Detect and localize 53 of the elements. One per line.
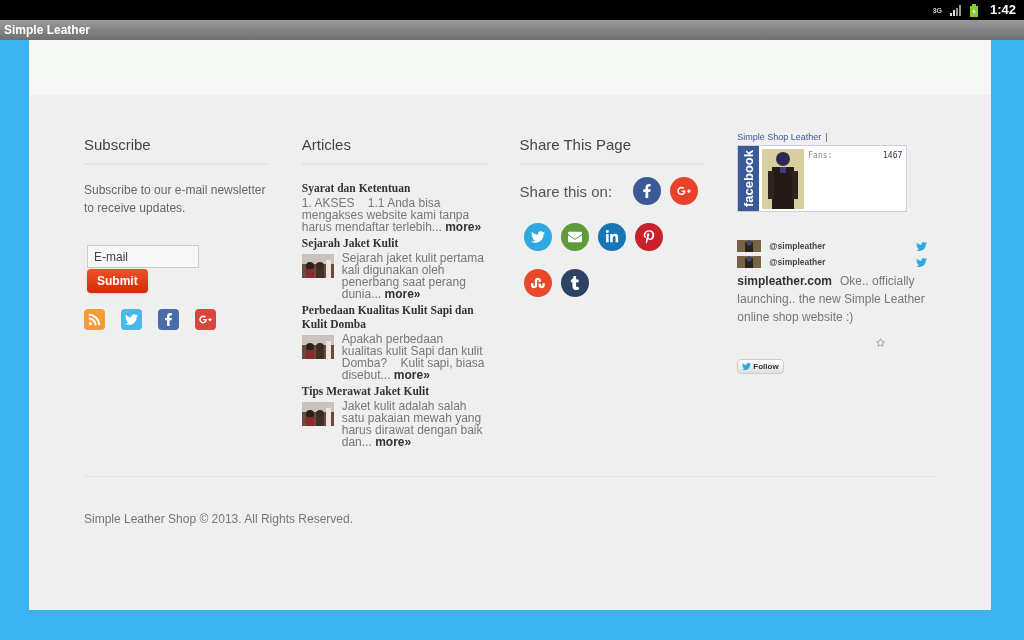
tweet-handle: @simpleather: [769, 239, 827, 253]
social-link[interactable]: [121, 309, 142, 330]
bird-icon: [916, 240, 928, 252]
facebook-logo-text: facebook: [742, 149, 756, 208]
bird-icon: [916, 256, 928, 268]
share-prompt: Share this on:: [519, 182, 613, 202]
more-link[interactable]: more»: [375, 435, 412, 449]
article-excerpt: 1. AKSES 1.1 Anda bisa mengakses website kami tanpa harus mendaftar terlebih... more»: [301, 197, 483, 233]
social-link[interactable]: [195, 309, 216, 330]
email-field[interactable]: E-mail: [87, 245, 199, 268]
letters-in-icon: [604, 229, 619, 244]
more-link[interactable]: more»: [393, 368, 430, 382]
article-excerpt: Jaket kulit adalah salah satu pakaian mewah yang harus dirawat dengan baik dan... more»: [341, 400, 484, 448]
bird-icon: [742, 362, 752, 371]
tweet-text: simpleather.com Oke.. officially launching.. the new Simple Leather online shop website :): [737, 273, 926, 326]
column-heading: Subscribe: [84, 135, 152, 155]
bird-icon: [530, 229, 545, 244]
follow-button[interactable]: Follow: [737, 359, 784, 374]
share-button[interactable]: [560, 268, 589, 297]
article-title[interactable]: Sejarah Jaket Kulit: [301, 236, 487, 250]
letter-p-icon: [641, 229, 656, 244]
fans-label: Fans:: [808, 150, 833, 162]
column-heading: Articles: [301, 135, 352, 155]
article-title[interactable]: Tips Merawat Jaket Kulit: [301, 384, 487, 398]
stumble-icon: [530, 275, 545, 290]
envelope-icon: [567, 229, 582, 244]
column-heading: Share This Page: [519, 135, 632, 155]
tweet-handle: @simpleather: [769, 255, 827, 269]
signal-icon: [949, 4, 962, 16]
star-icon: [876, 338, 886, 347]
letter-f-icon: [162, 313, 175, 326]
share-button[interactable]: [632, 176, 661, 205]
article-excerpt: Apakah perbedaan kualitas kulit Sapi dan kulit Domba? Kulit sapi, biasa disebut... more»: [341, 333, 486, 381]
article-excerpt: Sejarah jaket kulit pertama kali digunakan oleh penerbang saat perang dunia... more»: [341, 252, 485, 300]
app-title: Simple Leather: [4, 22, 91, 39]
share-button[interactable]: [634, 222, 663, 251]
letter-g-plus-icon: [199, 313, 212, 326]
subscribe-description: Subscribe to our e-mail newsletter to receive updates.: [84, 182, 267, 217]
battery-icon: [969, 3, 978, 17]
submit-button[interactable]: Submit: [87, 269, 148, 293]
bird-icon: [125, 313, 138, 326]
article-title[interactable]: Perbedaan Kualitas Kulit Sapi dan Kulit Domba: [301, 303, 487, 331]
copyright: Simple Leather Shop © 2013. All Rights Reserved.: [84, 512, 353, 526]
separator: |: [825, 131, 828, 143]
facebook-page-link[interactable]: Simple Shop Leather: [737, 131, 822, 143]
clock: 1:42: [989, 1, 1016, 20]
social-link[interactable]: [158, 309, 179, 330]
tweet-site: simpleather.com: [737, 274, 832, 288]
fans-count: 1467: [883, 150, 903, 162]
share-button[interactable]: [597, 222, 626, 251]
article-title[interactable]: Syarat dan Ketentuan: [301, 181, 487, 195]
social-link[interactable]: [84, 309, 105, 330]
rss-icon: [88, 313, 101, 326]
